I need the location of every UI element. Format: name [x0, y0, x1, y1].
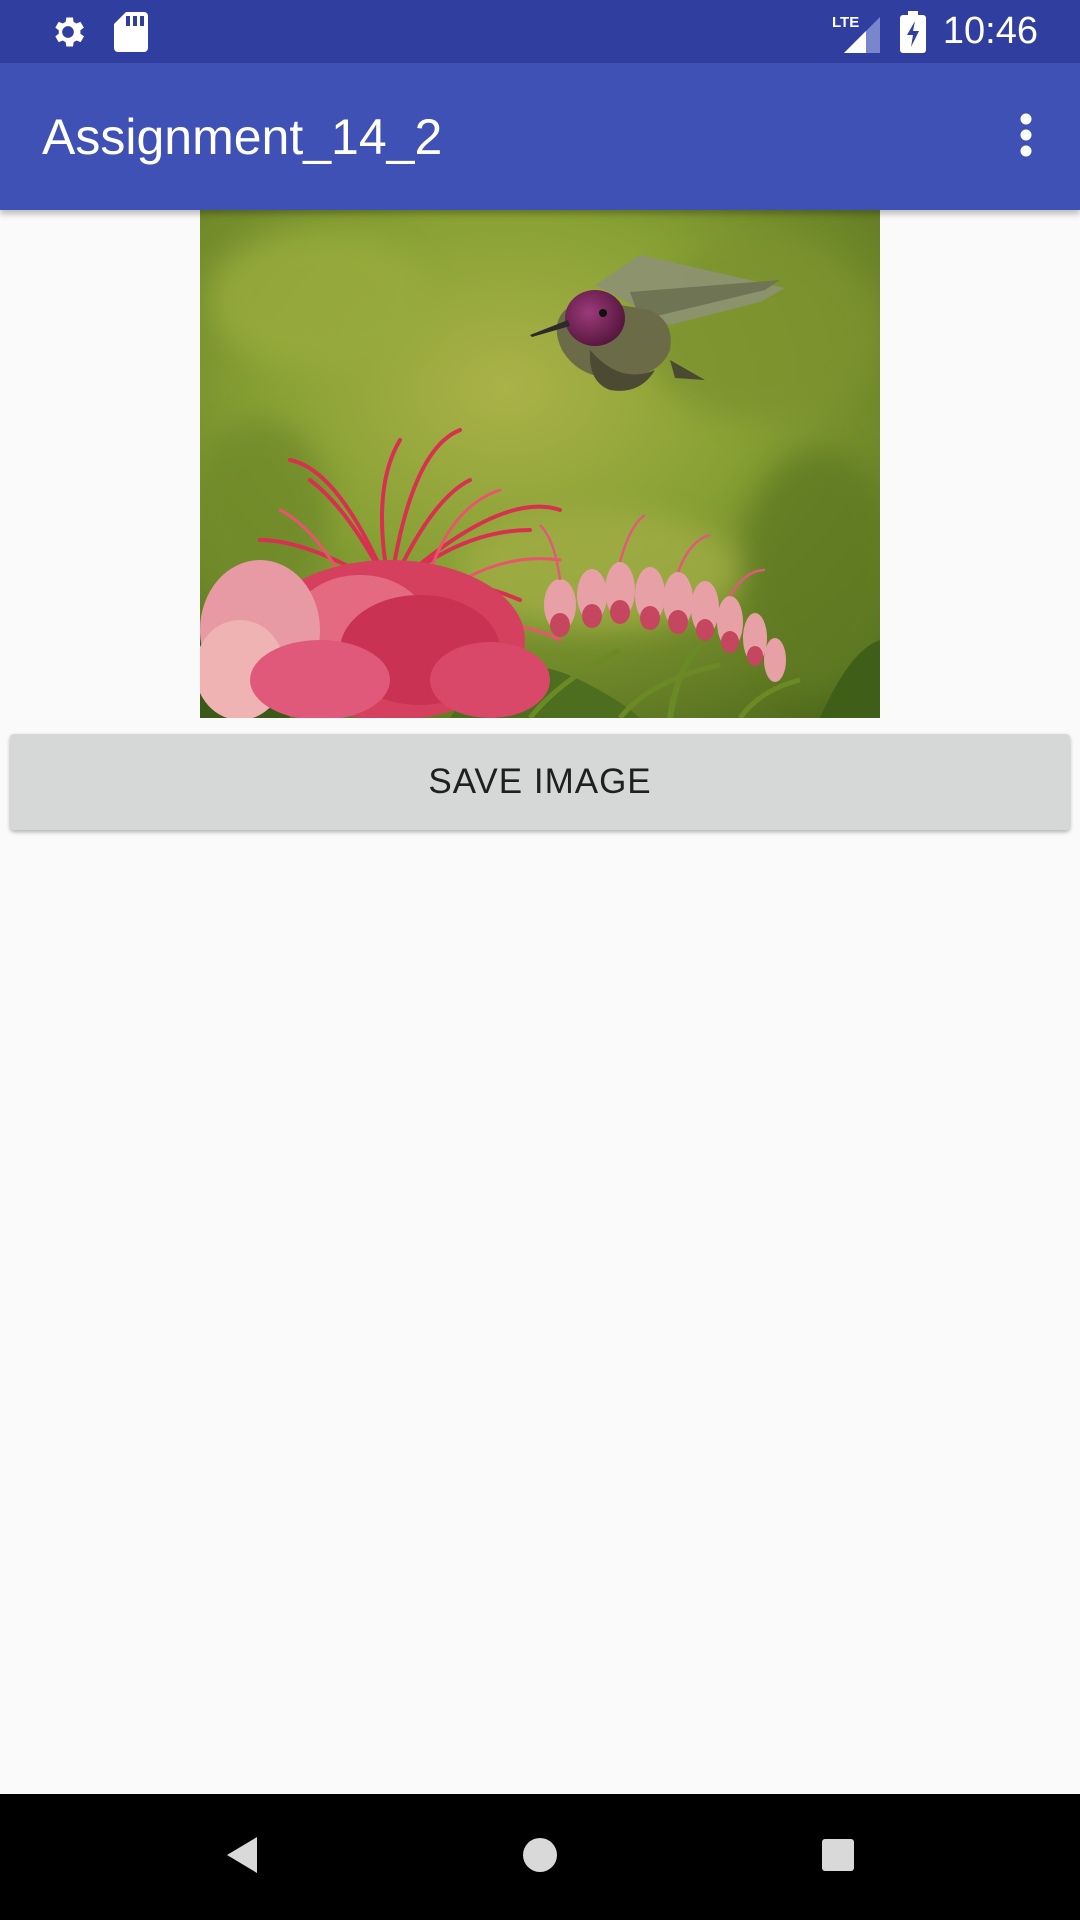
overflow-menu-button[interactable]	[990, 101, 1062, 173]
save-image-button[interactable]: SAVE IMAGE	[10, 734, 1070, 830]
screen: LTE 10:46 Assignment_14_2	[0, 0, 1080, 1920]
nav-back-button[interactable]	[197, 1812, 287, 1902]
back-icon	[225, 1835, 259, 1880]
app-bar: Assignment_14_2	[0, 63, 1080, 210]
app-title: Assignment_14_2	[42, 63, 442, 210]
hummingbird-image	[200, 210, 880, 718]
recents-icon	[821, 1838, 855, 1877]
navigation-bar	[0, 1794, 1080, 1920]
sd-card-icon	[114, 0, 148, 63]
status-bar: LTE 10:46	[0, 0, 1080, 63]
nav-home-button[interactable]	[495, 1812, 585, 1902]
nav-recents-button[interactable]	[793, 1812, 883, 1902]
main-content: SAVE IMAGE	[0, 210, 1080, 1794]
settings-icon	[48, 0, 88, 63]
home-icon	[522, 1837, 558, 1878]
lte-signal-icon: LTE	[830, 0, 886, 63]
more-vert-icon	[1020, 113, 1032, 162]
svg-text:LTE: LTE	[832, 14, 859, 31]
battery-charging-icon	[900, 0, 926, 63]
status-time: 10:46	[943, 0, 1038, 63]
